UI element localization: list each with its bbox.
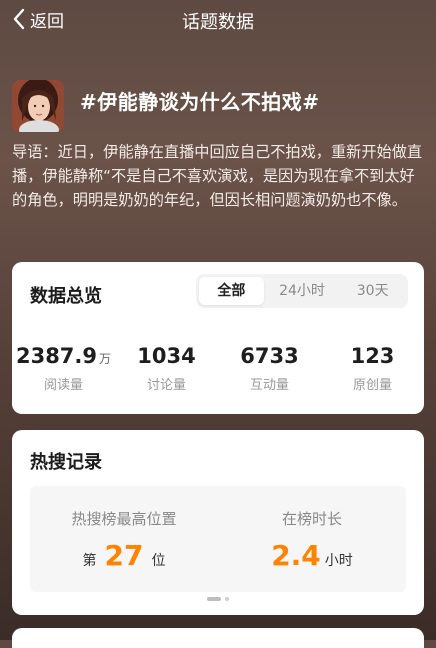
peak-label: 热搜榜最高位置 — [71, 510, 177, 528]
stat-value: 1034 — [137, 344, 196, 368]
stat-discussions: 1034 讨论量 — [115, 342, 218, 393]
stat-label: 讨论量 — [146, 378, 186, 393]
duration-value: 2.4 — [271, 539, 321, 572]
stat-value: 6733 — [240, 344, 299, 368]
overview-title: 数据总览 — [30, 286, 102, 307]
topic-intro: 导语：近日，伊能静在直播中回应自己不拍戏，重新开始做直播，伊能静称“不是自己不喜… — [12, 143, 423, 209]
stat-label: 原创量 — [352, 378, 392, 393]
stat-interactions: 6733 互动量 — [218, 342, 321, 393]
page-dot-active — [207, 597, 221, 601]
hot-search-card: 热搜记录 热搜榜最高位置 第 27 位 在榜时长 2.4 小时 — [12, 430, 424, 615]
page-title: 话题数据 — [182, 12, 254, 33]
topic-title: #伊能静谈为什么不拍戏# — [80, 90, 320, 114]
stats-row: 2387.9 万 阅读量 1034 讨论量 6733 互动量 123 原创量 — [12, 342, 424, 393]
navigation-bar: 返回 话题数据 — [0, 0, 436, 40]
duration: 在榜时长 2.4 小时 — [218, 486, 406, 572]
stat-originals: 123 原创量 — [321, 342, 424, 393]
page-dot — [225, 597, 229, 601]
peak-value: 27 — [104, 539, 144, 572]
hot-search-title: 热搜记录 — [30, 452, 102, 473]
overview-card: 数据总览 全部 24小时 30天 2387.9 万 阅读量 1034 讨论量 67… — [12, 262, 424, 414]
peak-position: 热搜榜最高位置 第 27 位 — [30, 486, 218, 572]
peak-suffix: 位 — [151, 553, 166, 569]
stat-label: 互动量 — [249, 378, 289, 393]
page-indicator — [12, 597, 424, 601]
hot-search-panel[interactable]: 热搜榜最高位置 第 27 位 在榜时长 2.4 小时 — [30, 486, 406, 592]
time-range-tabs: 全部 24小时 30天 — [196, 274, 408, 308]
stat-label: 阅读量 — [43, 378, 83, 393]
avatar — [12, 80, 64, 132]
tab-30d[interactable]: 30天 — [340, 277, 405, 305]
stat-value: 2387.9 — [15, 344, 98, 368]
tab-24h[interactable]: 24小时 — [270, 277, 335, 305]
peak-prefix: 第 — [82, 553, 97, 569]
duration-label: 在榜时长 — [281, 510, 342, 528]
stat-unit: 万 — [99, 352, 112, 366]
next-card-peek — [12, 628, 424, 648]
stat-reads: 2387.9 万 阅读量 — [12, 342, 115, 393]
duration-unit: 小时 — [324, 553, 353, 569]
tab-all[interactable]: 全部 — [199, 277, 264, 305]
stat-value: 123 — [350, 344, 395, 368]
